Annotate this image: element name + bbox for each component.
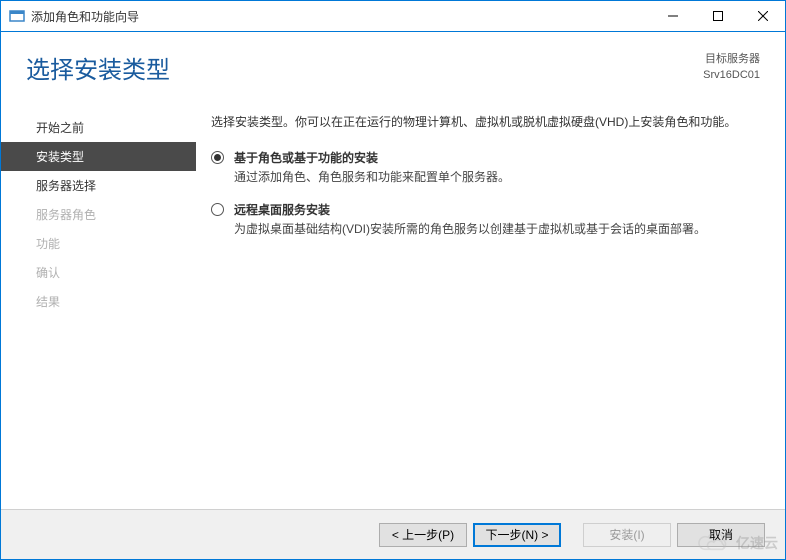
page-title: 选择安装类型 (26, 50, 170, 85)
option-role-based[interactable]: 基于角色或基于功能的安装 通过添加角色、角色服务和功能来配置单个服务器。 (211, 149, 760, 185)
maximize-button[interactable] (695, 1, 740, 31)
sidebar-item-install-type[interactable]: 安装类型 (1, 142, 196, 171)
intro-text: 选择安装类型。你可以在正在运行的物理计算机、虚拟机或脱机虚拟硬盘(VHD)上安装… (211, 113, 760, 131)
radio-checked-icon[interactable] (211, 151, 224, 164)
sidebar-item-results: 结果 (1, 287, 196, 316)
wizard-header: 选择安装类型 目标服务器 Srv16DC01 (1, 32, 785, 95)
close-button[interactable] (740, 1, 785, 31)
wizard-footer: < 上一步(P) 下一步(N) > 安装(I) 取消 (1, 509, 785, 559)
install-button: 安装(I) (583, 523, 671, 547)
sidebar-item-server-selection[interactable]: 服务器选择 (1, 171, 196, 200)
app-icon (9, 8, 25, 24)
next-button[interactable]: 下一步(N) > (473, 523, 561, 547)
minimize-button[interactable] (650, 1, 695, 31)
option-title: 基于角色或基于功能的安装 (234, 149, 510, 166)
target-server-label: 目标服务器 (703, 52, 760, 67)
option-desc: 为虚拟桌面基础结构(VDI)安装所需的角色服务以创建基于虚拟机或基于会话的桌面部… (234, 220, 706, 237)
sidebar-item-server-roles: 服务器角色 (1, 200, 196, 229)
target-server-name: Srv16DC01 (703, 68, 760, 83)
sidebar-item-confirmation: 确认 (1, 258, 196, 287)
option-remote-desktop[interactable]: 远程桌面服务安装 为虚拟桌面基础结构(VDI)安装所需的角色服务以创建基于虚拟机… (211, 201, 760, 237)
option-desc: 通过添加角色、角色服务和功能来配置单个服务器。 (234, 168, 510, 185)
sidebar-item-before-begin[interactable]: 开始之前 (1, 113, 196, 142)
sidebar-item-features: 功能 (1, 229, 196, 258)
wizard-steps-sidebar: 开始之前 安装类型 服务器选择 服务器角色 功能 确认 结果 (1, 103, 196, 509)
window-title: 添加角色和功能向导 (31, 8, 650, 25)
cancel-button[interactable]: 取消 (677, 523, 765, 547)
prev-button[interactable]: < 上一步(P) (379, 523, 467, 547)
titlebar: 添加角色和功能向导 (1, 1, 785, 31)
wizard-content: 选择安装类型。你可以在正在运行的物理计算机、虚拟机或脱机虚拟硬盘(VHD)上安装… (196, 103, 760, 509)
radio-unchecked-icon[interactable] (211, 203, 224, 216)
option-title: 远程桌面服务安装 (234, 201, 706, 218)
